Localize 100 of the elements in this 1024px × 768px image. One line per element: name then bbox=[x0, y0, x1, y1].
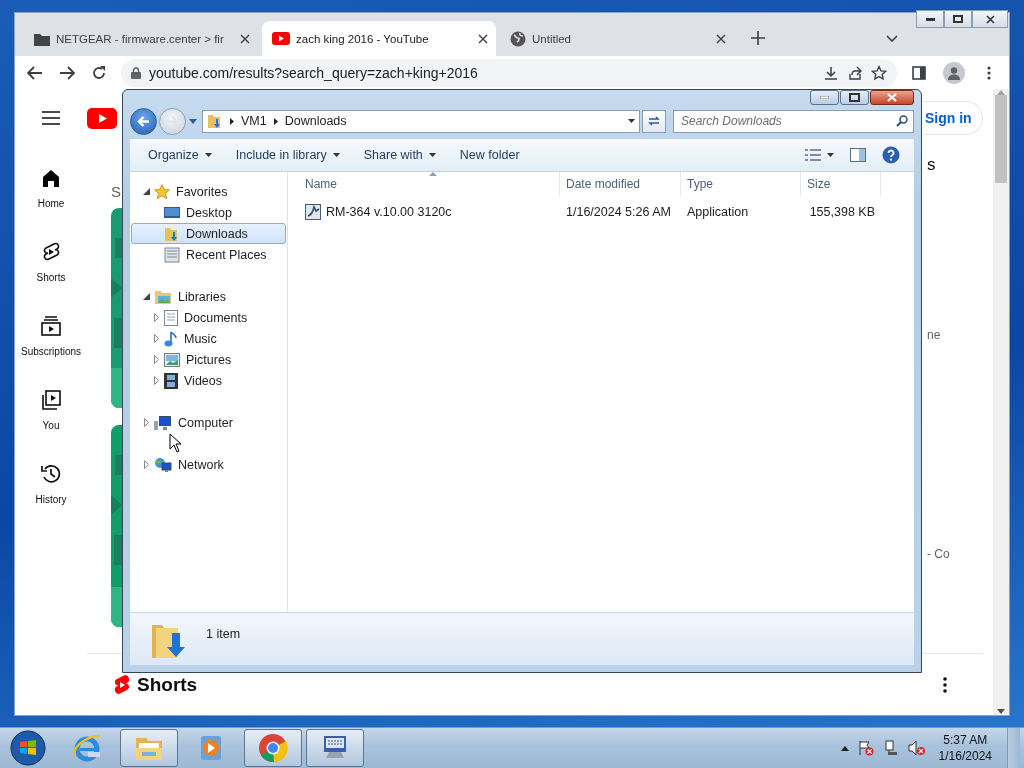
collapsed-arrow-icon[interactable] bbox=[143, 460, 149, 469]
menu-icon[interactable] bbox=[42, 111, 60, 125]
breadcrumb-item[interactable]: VM1 bbox=[241, 114, 267, 128]
nav-item[interactable]: Network bbox=[131, 454, 286, 475]
toolbar-menu-button[interactable]: Include in library bbox=[225, 142, 350, 168]
back-arrow-icon bbox=[137, 115, 150, 127]
details-view-icon bbox=[805, 149, 821, 161]
film-icon bbox=[164, 372, 178, 389]
sidebar-item[interactable]: You bbox=[18, 389, 84, 463]
size-cell-text: 155,398 KB bbox=[808, 205, 876, 219]
scroll-down-icon[interactable] bbox=[997, 709, 1005, 715]
show-hidden-icons-icon[interactable] bbox=[840, 745, 849, 751]
collapsed-arrow-icon[interactable] bbox=[153, 376, 159, 385]
nav-item[interactable]: Computer bbox=[131, 412, 286, 433]
collapsed-arrow-icon[interactable] bbox=[153, 313, 159, 322]
close-icon[interactable] bbox=[478, 33, 488, 44]
search-field[interactable]: Search Downloads bbox=[673, 109, 914, 133]
toolbar-menu-button[interactable]: Share with bbox=[353, 142, 446, 168]
nav-item[interactable]: Documents bbox=[131, 307, 286, 328]
column-header[interactable]: Size bbox=[801, 172, 881, 196]
close-button[interactable] bbox=[870, 90, 914, 105]
clock[interactable]: 5:37 AM 1/16/2024 bbox=[938, 733, 992, 763]
column-header[interactable]: Type bbox=[681, 172, 801, 196]
close-icon[interactable] bbox=[716, 33, 726, 44]
play-logo-icon[interactable] bbox=[87, 107, 117, 129]
maximize-button[interactable] bbox=[944, 10, 972, 28]
subscriptions-icon bbox=[40, 315, 62, 337]
expanded-arrow-icon[interactable] bbox=[142, 293, 150, 300]
history-icon bbox=[40, 463, 62, 485]
nav-item[interactable]: Libraries bbox=[131, 286, 286, 307]
profile-button[interactable] bbox=[943, 61, 965, 84]
download-icon[interactable] bbox=[823, 64, 839, 81]
share-icon[interactable] bbox=[847, 64, 863, 81]
minimize-button[interactable] bbox=[916, 10, 944, 28]
more-vertical-icon bbox=[943, 676, 947, 693]
taskbar-app-button[interactable] bbox=[306, 729, 364, 767]
close-icon[interactable] bbox=[240, 33, 250, 44]
browser-tab[interactable]: Untitled bbox=[500, 21, 734, 56]
browser-tab[interactable]: NETGEAR - firmware.center > fir bbox=[24, 21, 258, 56]
maximize-button[interactable] bbox=[840, 90, 869, 105]
reload-icon bbox=[91, 64, 107, 81]
separator-arrow-icon[interactable] bbox=[230, 117, 234, 125]
caret-icon bbox=[204, 153, 212, 157]
nav-item[interactable]: Music bbox=[131, 328, 286, 349]
sidebar-item[interactable]: Shorts bbox=[18, 241, 84, 315]
breadcrumb-item[interactable]: Downloads bbox=[284, 114, 347, 128]
address-field[interactable]: VM1 Downloads bbox=[202, 109, 640, 133]
sidebar-item[interactable]: Subscriptions bbox=[18, 315, 84, 389]
collapsed-arrow-icon[interactable] bbox=[153, 355, 159, 364]
close-icon bbox=[887, 93, 897, 102]
download-folder-icon bbox=[207, 113, 223, 129]
column-header[interactable]: Date modified bbox=[560, 172, 681, 196]
back-button[interactable] bbox=[130, 107, 157, 135]
browser-tab[interactable]: zach king 2016 - YouTube bbox=[262, 21, 496, 56]
music-note-icon bbox=[164, 330, 178, 347]
minimize-icon bbox=[820, 96, 829, 99]
plus-icon bbox=[751, 31, 765, 45]
close-button[interactable] bbox=[972, 10, 1008, 28]
collapsed-arrow-icon[interactable] bbox=[153, 334, 159, 343]
taskbar-app-button[interactable] bbox=[120, 729, 178, 767]
nav-item[interactable]: Videos bbox=[131, 370, 286, 391]
sidebar-item[interactable]: Home bbox=[18, 167, 84, 241]
sort-arrow-icon bbox=[429, 172, 437, 176]
start-button[interactable] bbox=[10, 730, 46, 766]
section-heading: S bbox=[111, 183, 122, 202]
scrollbar-thumb[interactable] bbox=[995, 95, 1007, 183]
forward-arrow-icon bbox=[166, 115, 179, 127]
video-library-icon bbox=[40, 389, 62, 411]
collapsed-arrow-icon[interactable] bbox=[143, 418, 149, 427]
caret-icon bbox=[332, 153, 340, 157]
sidebar-label: History bbox=[35, 494, 67, 505]
toolbar-menu-button[interactable]: New folder bbox=[449, 142, 530, 168]
flag-alert-icon[interactable] bbox=[857, 740, 874, 756]
nav-item[interactable]: Downloads bbox=[131, 223, 286, 244]
scrollbar[interactable] bbox=[993, 89, 1009, 715]
dropdown-caret-icon bbox=[628, 119, 635, 123]
sidebar-item[interactable]: History bbox=[18, 463, 84, 537]
toolbar-menu-button[interactable]: Organize bbox=[138, 142, 222, 168]
forward-arrow-icon bbox=[59, 65, 75, 80]
refresh-button[interactable] bbox=[642, 109, 666, 133]
chevron-down-icon bbox=[886, 34, 898, 42]
text-fragment: s bbox=[927, 155, 937, 175]
separator-arrow-icon[interactable] bbox=[273, 117, 278, 125]
recent-places-icon bbox=[164, 246, 180, 263]
maximize-icon bbox=[849, 93, 860, 102]
column-header[interactable]: Name bbox=[299, 172, 560, 196]
file-name[interactable]: RM-364 v.10.00 3120c bbox=[299, 204, 560, 220]
nav-item[interactable]: Pictures bbox=[131, 349, 286, 370]
address-bar[interactable]: youtube.com/results?search_query=zach+king+2016 bbox=[121, 58, 897, 87]
taskbar-app-button[interactable] bbox=[244, 729, 302, 767]
nav-item[interactable]: Desktop bbox=[131, 202, 286, 223]
nav-item[interactable]: Favorites bbox=[131, 181, 286, 202]
star-icon[interactable] bbox=[871, 64, 887, 81]
network-icon[interactable] bbox=[882, 740, 899, 756]
person-icon bbox=[947, 65, 961, 80]
expanded-arrow-icon[interactable] bbox=[142, 188, 150, 195]
url-text: youtube.com/results?search_query=zach+king+2016 bbox=[149, 64, 479, 81]
speaker-muted-icon[interactable] bbox=[907, 740, 926, 756]
nav-item[interactable]: Recent Places bbox=[131, 244, 286, 265]
refresh-arrows-icon bbox=[647, 115, 661, 127]
